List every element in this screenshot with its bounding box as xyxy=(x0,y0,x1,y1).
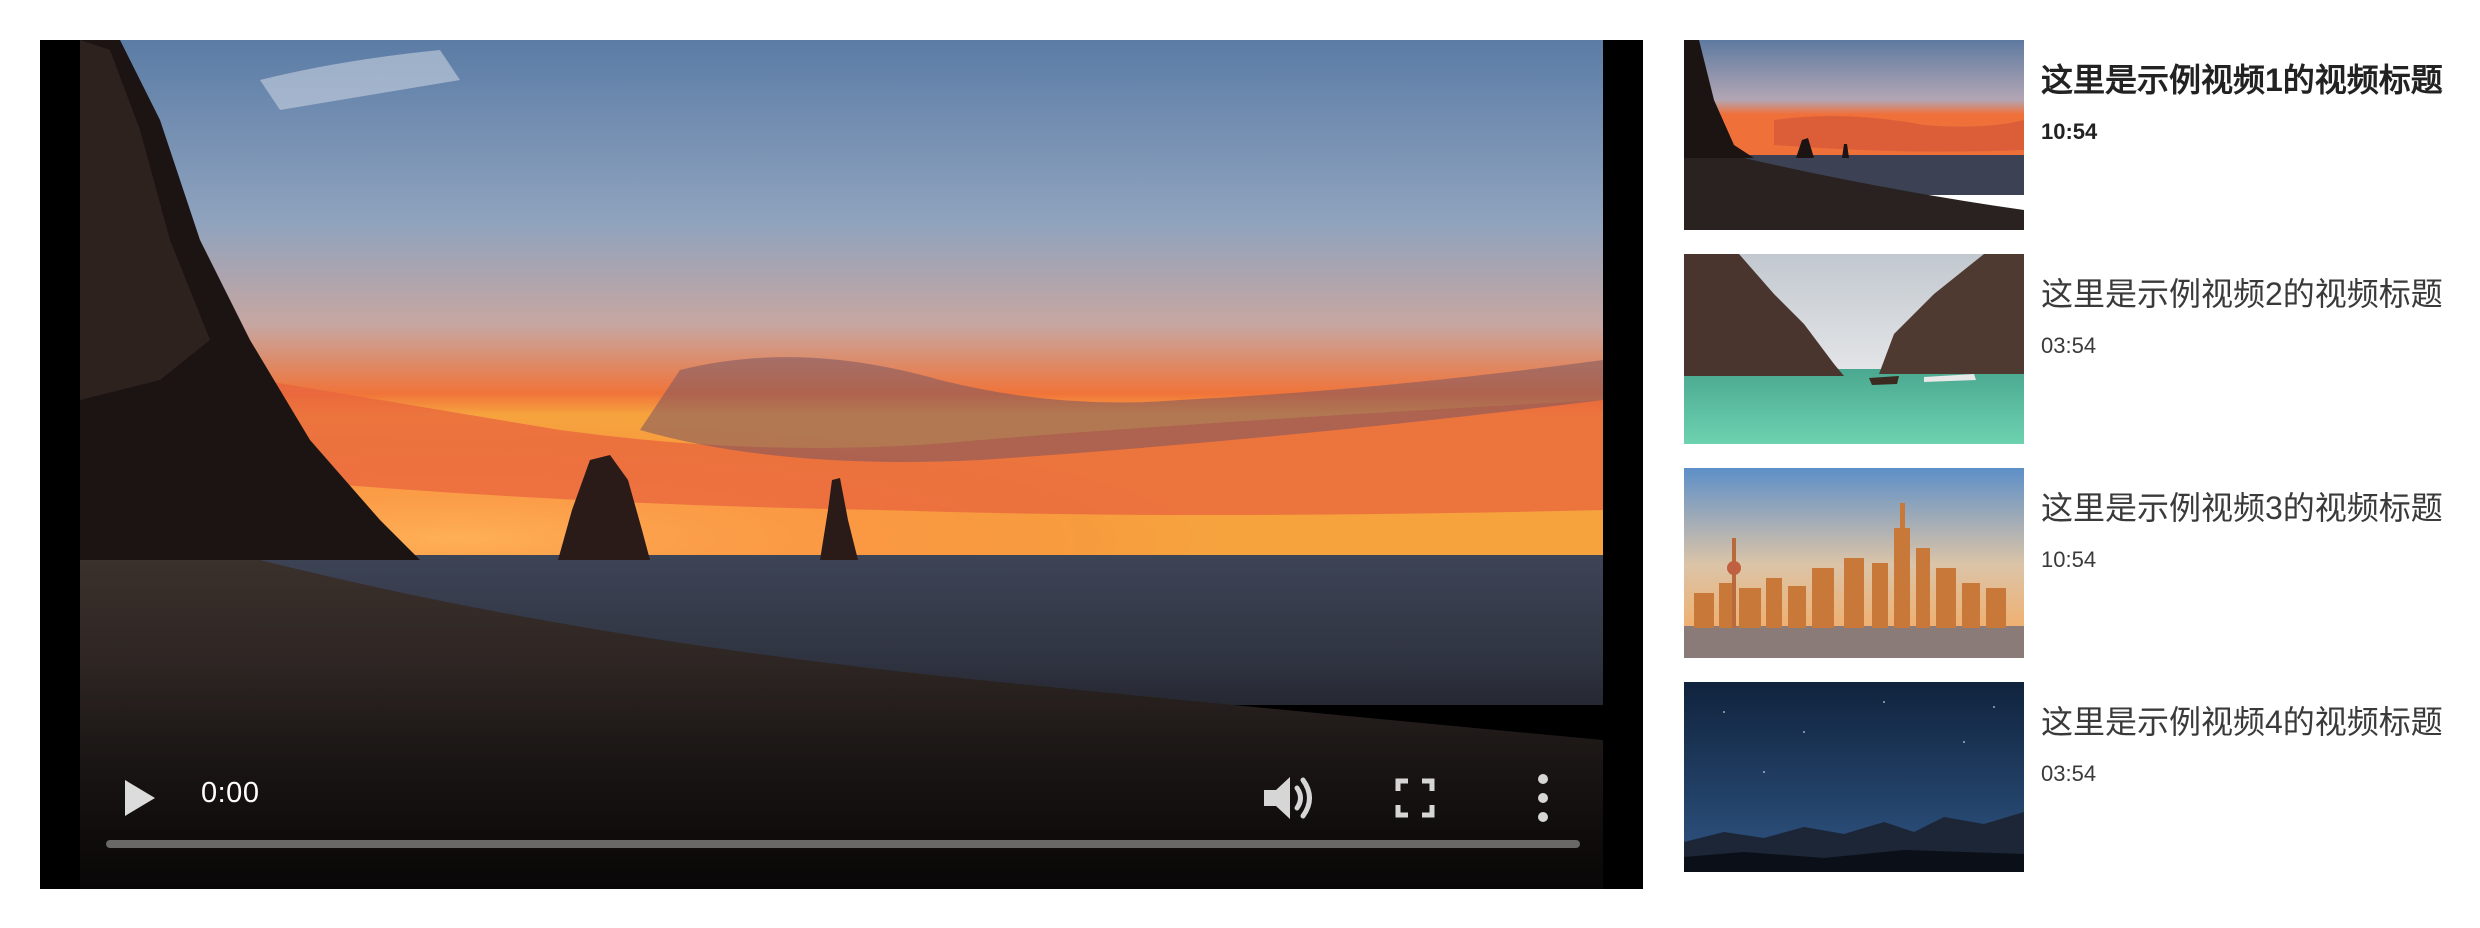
city-skyline-thumbnail xyxy=(1684,468,2024,658)
video-duration: 03:54 xyxy=(2041,333,2097,358)
volume-icon xyxy=(1264,777,1312,819)
thumbnail[interactable] xyxy=(1684,40,2024,230)
volume-button[interactable] xyxy=(1260,770,1320,826)
controls-overlay xyxy=(40,659,1643,889)
current-time: 0:00 xyxy=(201,777,260,809)
more-options-button[interactable] xyxy=(1530,768,1556,828)
playlist-item[interactable]: 这里是示例视频1的视频标题 10:54 xyxy=(1684,40,2454,230)
lagoon-cliffs-thumbnail xyxy=(1684,254,2024,444)
beach-sunset-thumbnail xyxy=(1684,40,2024,230)
video-duration: 10:54 xyxy=(2041,547,2097,572)
fullscreen-icon xyxy=(1395,778,1435,818)
play-button[interactable] xyxy=(118,772,162,824)
play-icon xyxy=(125,780,155,816)
thumbnail[interactable] xyxy=(1684,468,2024,658)
video-player[interactable]: 0:00 xyxy=(40,40,1643,889)
night-mountains-thumbnail xyxy=(1684,682,2024,872)
playlist-item[interactable]: 这里是示例视频2的视频标题 03:54 xyxy=(1684,254,2454,444)
video-duration: 03:54 xyxy=(2041,761,2097,786)
video-title[interactable]: 这里是示例视频4的视频标题 xyxy=(2041,702,2443,742)
playlist-item[interactable]: 这里是示例视频3的视频标题 10:54 xyxy=(1684,468,2454,658)
video-title[interactable]: 这里是示例视频1的视频标题 xyxy=(2041,60,2443,100)
video-duration: 10:54 xyxy=(2041,119,2098,144)
thumbnail[interactable] xyxy=(1684,254,2024,444)
more-vertical-icon xyxy=(1538,774,1548,822)
thumbnail[interactable] xyxy=(1684,682,2024,872)
fullscreen-button[interactable] xyxy=(1392,775,1438,821)
video-title[interactable]: 这里是示例视频2的视频标题 xyxy=(2041,274,2443,314)
progress-bar[interactable] xyxy=(106,840,1580,848)
playlist-item[interactable]: 这里是示例视频4的视频标题 03:54 xyxy=(1684,682,2454,872)
video-title[interactable]: 这里是示例视频3的视频标题 xyxy=(2041,488,2443,528)
